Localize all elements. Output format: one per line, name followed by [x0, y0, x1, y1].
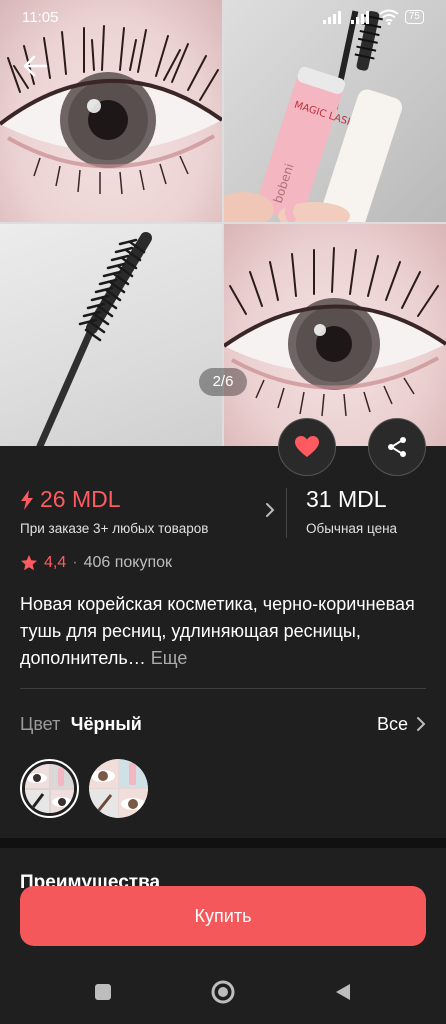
share-icon: [388, 437, 406, 457]
all-colors-label: Все: [376, 713, 408, 734]
battery-indicator: 75: [404, 10, 424, 24]
image-counter: 2/6: [199, 368, 247, 396]
swatch-brown-image: [89, 759, 148, 818]
arrow-left-icon: [23, 55, 48, 77]
swatch-brown[interactable]: [89, 759, 148, 818]
status-bar: 11:05 75: [0, 0, 446, 34]
square-icon: [95, 984, 111, 1000]
rating-row[interactable]: 4,4 · 406 покупок: [20, 553, 172, 573]
promo-price-link[interactable]: 26 MDL При заказе 3+ любых товаров: [20, 486, 275, 542]
regular-price-subtitle: Обычная цена: [306, 521, 398, 536]
product-title: Новая корейская косметика, черно-коричне…: [20, 594, 415, 668]
promo-price-row: 26 MDL: [20, 486, 275, 513]
all-colors-link[interactable]: Все: [377, 714, 426, 735]
rating-score: 4,4: [44, 554, 67, 571]
status-icons: 75: [322, 9, 424, 25]
heart-icon: [295, 436, 319, 457]
favorite-button[interactable]: [278, 418, 336, 476]
chevron-right-icon: [266, 503, 275, 517]
show-more-link[interactable]: Еще: [151, 648, 188, 668]
triangle-back-icon: [336, 984, 350, 1000]
lightning-icon: [21, 489, 33, 510]
status-time: 11:05: [22, 8, 59, 26]
back-button[interactable]: [18, 48, 54, 84]
chevron-right-icon: [417, 717, 426, 731]
gallery-eye-image-2: [224, 224, 446, 446]
recent-apps-button[interactable]: [83, 972, 123, 1012]
price-block: 26 MDL При заказе 3+ любых товаров 31 MD…: [20, 486, 426, 542]
separator-dot: ·: [72, 554, 78, 571]
promo-subtitle: При заказе 3+ любых товаров: [20, 521, 209, 536]
share-button[interactable]: [368, 418, 426, 476]
swatch-black[interactable]: [20, 759, 79, 818]
price-divider: [286, 488, 287, 538]
purchase-count: 406 покупок: [83, 554, 173, 571]
system-nav-bar: [0, 960, 446, 1024]
color-label: Цвет: [20, 713, 61, 734]
star-icon: [21, 555, 37, 571]
color-info: Цвет Чёрный: [20, 714, 142, 735]
system-back-button[interactable]: [323, 972, 363, 1012]
circle-icon: [211, 980, 235, 1004]
section-divider: [20, 688, 426, 689]
regular-price-block: 31 MDL Обычная цена: [306, 486, 397, 536]
signal-icon-2: [350, 11, 369, 24]
color-value: Чёрный: [70, 713, 142, 734]
wifi-icon: [379, 9, 399, 25]
regular-price: 31 MDL: [306, 486, 387, 512]
section-separator: [0, 838, 446, 848]
color-selector-row: Цвет Чёрный Все: [20, 710, 426, 738]
color-swatches: [20, 759, 148, 818]
swatch-black-image: [25, 764, 74, 813]
gallery-wand-image: [0, 224, 222, 446]
promo-price: 26 MDL: [40, 486, 121, 512]
product-title-block[interactable]: Новая корейская косметика, черно-коричне…: [20, 591, 426, 672]
buy-button[interactable]: Купить: [20, 886, 426, 946]
signal-icon: [322, 11, 341, 24]
home-button[interactable]: [203, 972, 243, 1012]
